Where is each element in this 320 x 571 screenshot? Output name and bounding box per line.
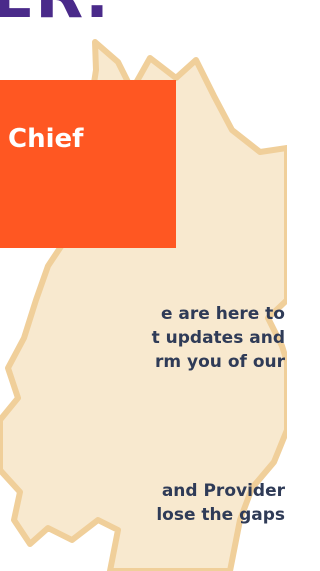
- paragraph-line: e are here to: [160, 304, 285, 324]
- paragraph-line: and Provider: [161, 481, 285, 501]
- hero-heading: ER.: [0, 0, 287, 26]
- card-title: Chief: [8, 124, 84, 154]
- provider-paragraph: and Provider lose the gaps: [156, 479, 285, 527]
- paragraph-line: t updates and: [151, 328, 285, 348]
- paragraph-line: lose the gaps: [156, 505, 285, 525]
- paragraph-line: rm you of our: [155, 352, 285, 372]
- page: ER. Chief e are here to t updates and rm…: [0, 0, 287, 571]
- hero-heading-text: ER.: [0, 0, 110, 26]
- intro-paragraph: e are here to t updates and rm you of ou…: [152, 302, 285, 374]
- orange-card: Chief: [0, 80, 176, 248]
